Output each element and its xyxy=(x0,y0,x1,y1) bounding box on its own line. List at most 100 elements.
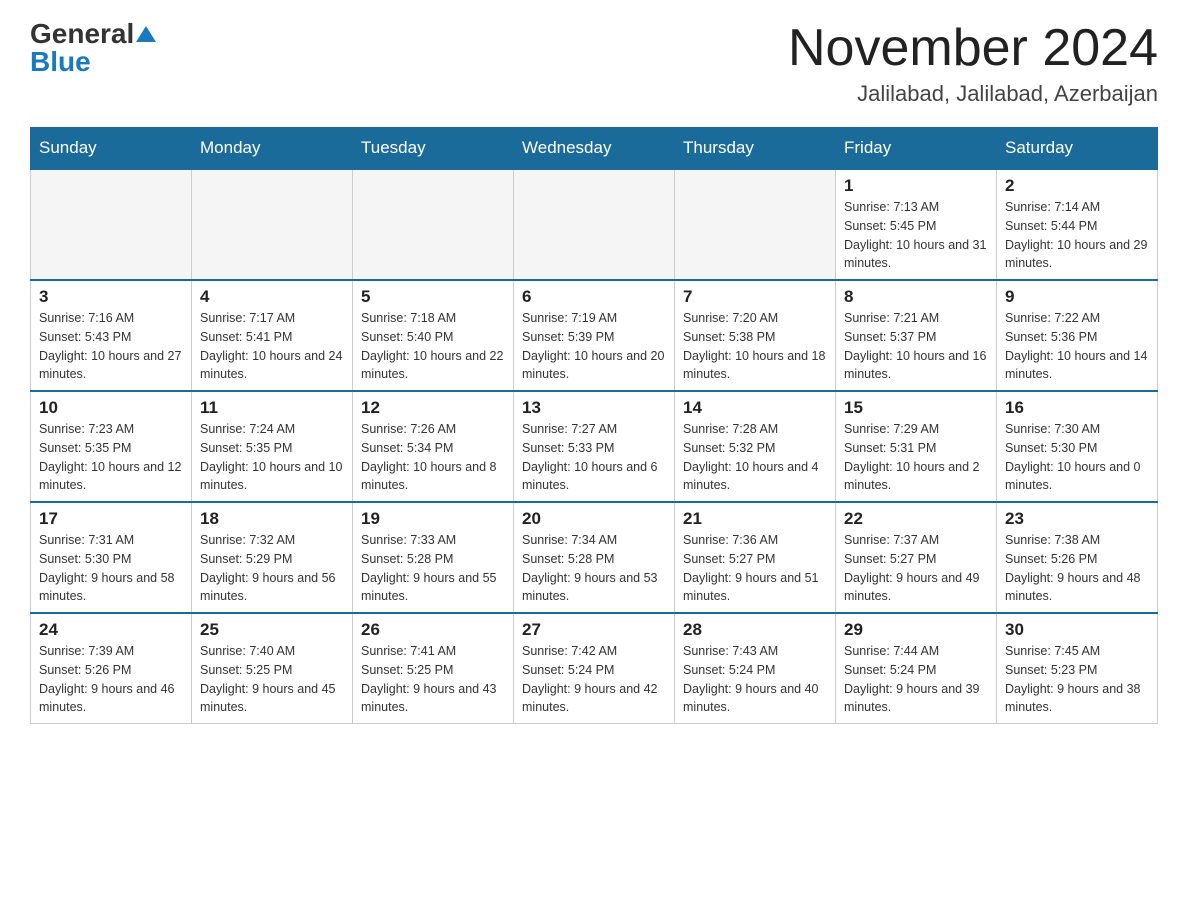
day-number: 18 xyxy=(200,509,344,529)
calendar-cell: 5Sunrise: 7:18 AM Sunset: 5:40 PM Daylig… xyxy=(353,280,514,391)
calendar-week-row: 1Sunrise: 7:13 AM Sunset: 5:45 PM Daylig… xyxy=(31,169,1158,280)
day-number: 30 xyxy=(1005,620,1149,640)
day-sun-info: Sunrise: 7:19 AM Sunset: 5:39 PM Dayligh… xyxy=(522,309,666,384)
day-of-week-header: Thursday xyxy=(675,128,836,170)
calendar-cell: 9Sunrise: 7:22 AM Sunset: 5:36 PM Daylig… xyxy=(997,280,1158,391)
calendar-cell: 7Sunrise: 7:20 AM Sunset: 5:38 PM Daylig… xyxy=(675,280,836,391)
day-sun-info: Sunrise: 7:24 AM Sunset: 5:35 PM Dayligh… xyxy=(200,420,344,495)
calendar-cell xyxy=(31,169,192,280)
calendar-cell: 4Sunrise: 7:17 AM Sunset: 5:41 PM Daylig… xyxy=(192,280,353,391)
day-sun-info: Sunrise: 7:16 AM Sunset: 5:43 PM Dayligh… xyxy=(39,309,183,384)
calendar-cell: 22Sunrise: 7:37 AM Sunset: 5:27 PM Dayli… xyxy=(836,502,997,613)
calendar-cell: 27Sunrise: 7:42 AM Sunset: 5:24 PM Dayli… xyxy=(514,613,675,724)
day-sun-info: Sunrise: 7:23 AM Sunset: 5:35 PM Dayligh… xyxy=(39,420,183,495)
day-sun-info: Sunrise: 7:22 AM Sunset: 5:36 PM Dayligh… xyxy=(1005,309,1149,384)
calendar-cell: 17Sunrise: 7:31 AM Sunset: 5:30 PM Dayli… xyxy=(31,502,192,613)
calendar-cell xyxy=(514,169,675,280)
calendar-cell: 2Sunrise: 7:14 AM Sunset: 5:44 PM Daylig… xyxy=(997,169,1158,280)
calendar-header-row: SundayMondayTuesdayWednesdayThursdayFrid… xyxy=(31,128,1158,170)
day-sun-info: Sunrise: 7:29 AM Sunset: 5:31 PM Dayligh… xyxy=(844,420,988,495)
day-sun-info: Sunrise: 7:26 AM Sunset: 5:34 PM Dayligh… xyxy=(361,420,505,495)
day-number: 13 xyxy=(522,398,666,418)
calendar-cell: 6Sunrise: 7:19 AM Sunset: 5:39 PM Daylig… xyxy=(514,280,675,391)
calendar-cell: 1Sunrise: 7:13 AM Sunset: 5:45 PM Daylig… xyxy=(836,169,997,280)
day-number: 11 xyxy=(200,398,344,418)
day-number: 4 xyxy=(200,287,344,307)
day-number: 1 xyxy=(844,176,988,196)
day-sun-info: Sunrise: 7:38 AM Sunset: 5:26 PM Dayligh… xyxy=(1005,531,1149,606)
calendar-cell: 29Sunrise: 7:44 AM Sunset: 5:24 PM Dayli… xyxy=(836,613,997,724)
day-sun-info: Sunrise: 7:36 AM Sunset: 5:27 PM Dayligh… xyxy=(683,531,827,606)
calendar-table: SundayMondayTuesdayWednesdayThursdayFrid… xyxy=(30,127,1158,724)
day-of-week-header: Monday xyxy=(192,128,353,170)
calendar-cell: 18Sunrise: 7:32 AM Sunset: 5:29 PM Dayli… xyxy=(192,502,353,613)
calendar-cell: 26Sunrise: 7:41 AM Sunset: 5:25 PM Dayli… xyxy=(353,613,514,724)
day-sun-info: Sunrise: 7:45 AM Sunset: 5:23 PM Dayligh… xyxy=(1005,642,1149,717)
day-sun-info: Sunrise: 7:30 AM Sunset: 5:30 PM Dayligh… xyxy=(1005,420,1149,495)
day-number: 29 xyxy=(844,620,988,640)
calendar-cell: 20Sunrise: 7:34 AM Sunset: 5:28 PM Dayli… xyxy=(514,502,675,613)
logo-triangle-icon xyxy=(136,26,156,42)
calendar-cell: 12Sunrise: 7:26 AM Sunset: 5:34 PM Dayli… xyxy=(353,391,514,502)
day-sun-info: Sunrise: 7:32 AM Sunset: 5:29 PM Dayligh… xyxy=(200,531,344,606)
calendar-cell: 16Sunrise: 7:30 AM Sunset: 5:30 PM Dayli… xyxy=(997,391,1158,502)
day-sun-info: Sunrise: 7:34 AM Sunset: 5:28 PM Dayligh… xyxy=(522,531,666,606)
logo: General Blue xyxy=(30,20,156,76)
logo-blue-text: Blue xyxy=(30,48,91,76)
calendar-cell: 21Sunrise: 7:36 AM Sunset: 5:27 PM Dayli… xyxy=(675,502,836,613)
day-number: 9 xyxy=(1005,287,1149,307)
day-sun-info: Sunrise: 7:14 AM Sunset: 5:44 PM Dayligh… xyxy=(1005,198,1149,273)
calendar-cell xyxy=(675,169,836,280)
day-sun-info: Sunrise: 7:44 AM Sunset: 5:24 PM Dayligh… xyxy=(844,642,988,717)
day-sun-info: Sunrise: 7:43 AM Sunset: 5:24 PM Dayligh… xyxy=(683,642,827,717)
day-number: 21 xyxy=(683,509,827,529)
day-number: 19 xyxy=(361,509,505,529)
day-number: 22 xyxy=(844,509,988,529)
calendar-cell: 10Sunrise: 7:23 AM Sunset: 5:35 PM Dayli… xyxy=(31,391,192,502)
day-sun-info: Sunrise: 7:31 AM Sunset: 5:30 PM Dayligh… xyxy=(39,531,183,606)
day-number: 14 xyxy=(683,398,827,418)
calendar-cell: 3Sunrise: 7:16 AM Sunset: 5:43 PM Daylig… xyxy=(31,280,192,391)
day-sun-info: Sunrise: 7:18 AM Sunset: 5:40 PM Dayligh… xyxy=(361,309,505,384)
day-number: 2 xyxy=(1005,176,1149,196)
day-sun-info: Sunrise: 7:17 AM Sunset: 5:41 PM Dayligh… xyxy=(200,309,344,384)
calendar-cell: 19Sunrise: 7:33 AM Sunset: 5:28 PM Dayli… xyxy=(353,502,514,613)
day-sun-info: Sunrise: 7:21 AM Sunset: 5:37 PM Dayligh… xyxy=(844,309,988,384)
day-of-week-header: Wednesday xyxy=(514,128,675,170)
calendar-cell: 14Sunrise: 7:28 AM Sunset: 5:32 PM Dayli… xyxy=(675,391,836,502)
day-number: 28 xyxy=(683,620,827,640)
day-number: 7 xyxy=(683,287,827,307)
day-of-week-header: Tuesday xyxy=(353,128,514,170)
day-sun-info: Sunrise: 7:20 AM Sunset: 5:38 PM Dayligh… xyxy=(683,309,827,384)
day-number: 26 xyxy=(361,620,505,640)
day-sun-info: Sunrise: 7:37 AM Sunset: 5:27 PM Dayligh… xyxy=(844,531,988,606)
title-area: November 2024 Jalilabad, Jalilabad, Azer… xyxy=(788,20,1158,107)
day-number: 5 xyxy=(361,287,505,307)
day-number: 23 xyxy=(1005,509,1149,529)
calendar-cell: 23Sunrise: 7:38 AM Sunset: 5:26 PM Dayli… xyxy=(997,502,1158,613)
day-number: 10 xyxy=(39,398,183,418)
day-number: 20 xyxy=(522,509,666,529)
logo-general-text: General xyxy=(30,20,134,48)
calendar-cell: 30Sunrise: 7:45 AM Sunset: 5:23 PM Dayli… xyxy=(997,613,1158,724)
day-sun-info: Sunrise: 7:13 AM Sunset: 5:45 PM Dayligh… xyxy=(844,198,988,273)
calendar-cell xyxy=(353,169,514,280)
day-sun-info: Sunrise: 7:40 AM Sunset: 5:25 PM Dayligh… xyxy=(200,642,344,717)
calendar-cell: 24Sunrise: 7:39 AM Sunset: 5:26 PM Dayli… xyxy=(31,613,192,724)
month-title: November 2024 xyxy=(788,20,1158,77)
calendar-week-row: 10Sunrise: 7:23 AM Sunset: 5:35 PM Dayli… xyxy=(31,391,1158,502)
day-sun-info: Sunrise: 7:42 AM Sunset: 5:24 PM Dayligh… xyxy=(522,642,666,717)
day-sun-info: Sunrise: 7:41 AM Sunset: 5:25 PM Dayligh… xyxy=(361,642,505,717)
calendar-cell xyxy=(192,169,353,280)
day-of-week-header: Sunday xyxy=(31,128,192,170)
day-sun-info: Sunrise: 7:27 AM Sunset: 5:33 PM Dayligh… xyxy=(522,420,666,495)
calendar-cell: 8Sunrise: 7:21 AM Sunset: 5:37 PM Daylig… xyxy=(836,280,997,391)
day-number: 6 xyxy=(522,287,666,307)
day-sun-info: Sunrise: 7:39 AM Sunset: 5:26 PM Dayligh… xyxy=(39,642,183,717)
day-sun-info: Sunrise: 7:33 AM Sunset: 5:28 PM Dayligh… xyxy=(361,531,505,606)
day-number: 3 xyxy=(39,287,183,307)
day-of-week-header: Friday xyxy=(836,128,997,170)
day-number: 12 xyxy=(361,398,505,418)
calendar-week-row: 3Sunrise: 7:16 AM Sunset: 5:43 PM Daylig… xyxy=(31,280,1158,391)
day-number: 27 xyxy=(522,620,666,640)
